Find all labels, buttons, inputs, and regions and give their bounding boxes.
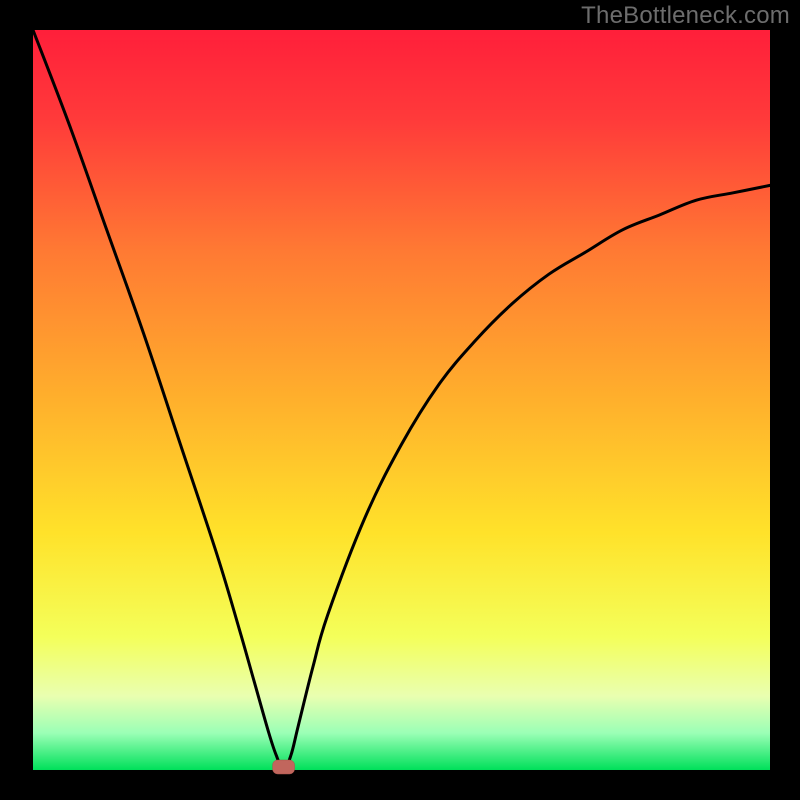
bottleneck-chart [0, 0, 800, 800]
minimum-marker [273, 760, 295, 774]
watermark-text: TheBottleneck.com [581, 2, 790, 30]
chart-frame: TheBottleneck.com [0, 0, 800, 800]
plot-background [33, 30, 770, 770]
